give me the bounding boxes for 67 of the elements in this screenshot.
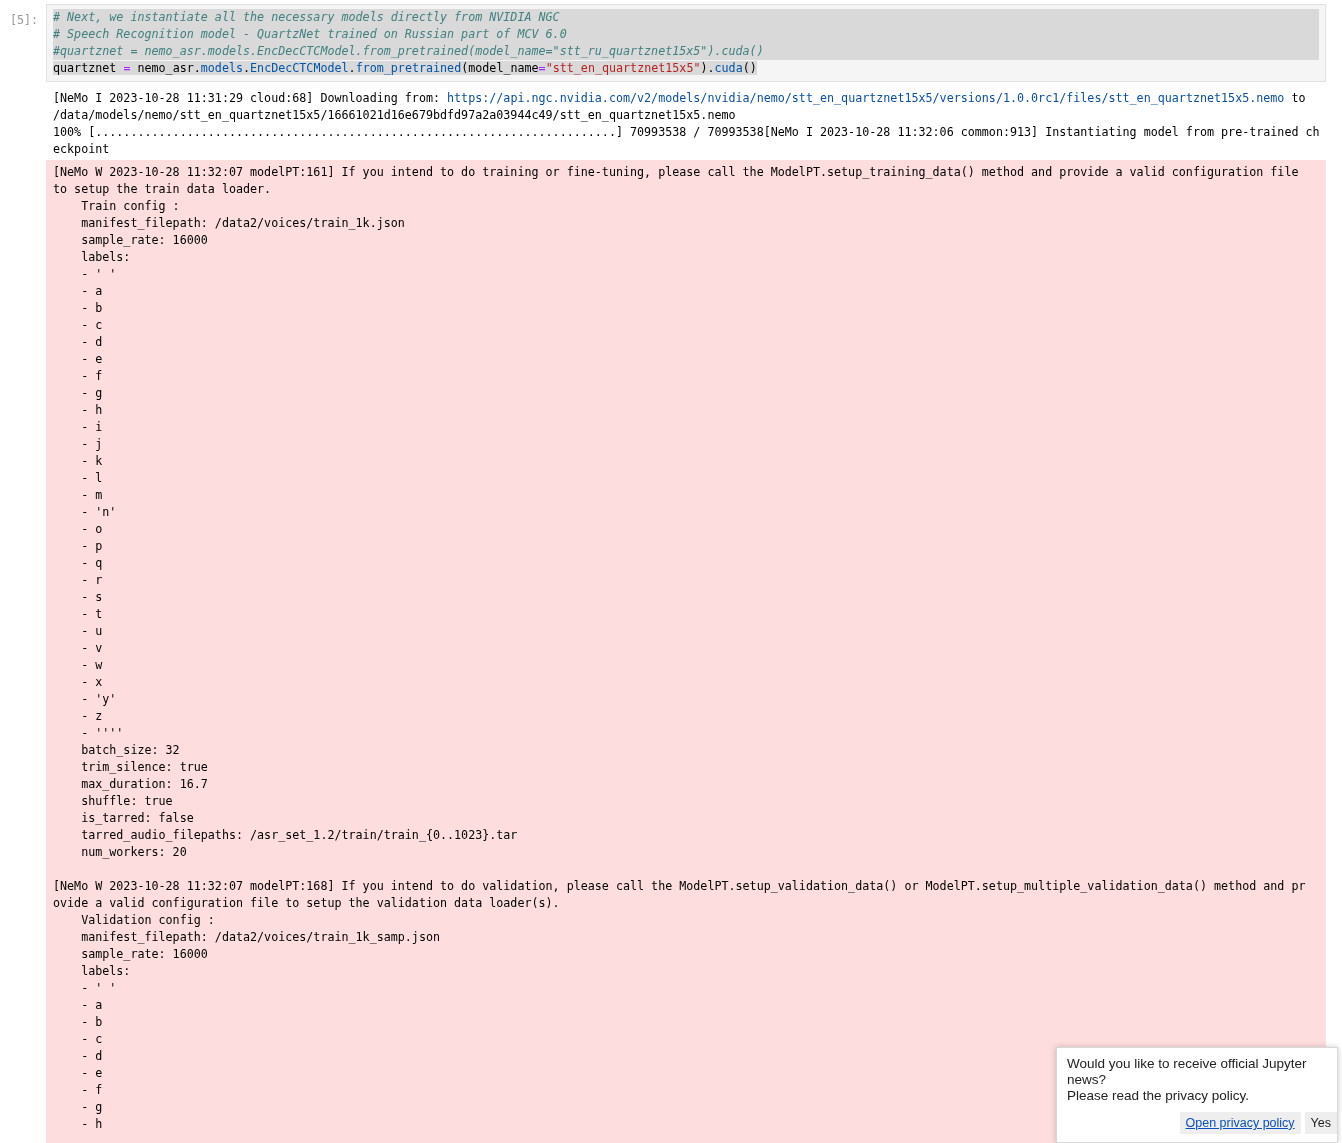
warning-line: sample_rate: 16000 (80, 233, 208, 247)
warning-line: - f (80, 369, 103, 383)
warning-line: max_duration: 16.7 (80, 777, 208, 791)
warning-line: - e (80, 352, 103, 366)
warning-line: [NeMo W 2023-10-28 11:32:07 modelPT:168] If you intend to do validation, please call the ModelPT.setup_validation_data() or ModelPT.setup_multiple_validation_data() method and pr (53, 879, 1306, 893)
warning-line: - a (80, 284, 103, 298)
warning-line: - 'n' (80, 505, 117, 519)
warning-line: - j (80, 437, 103, 451)
warning-line: - g (80, 386, 103, 400)
warning-line: - u (80, 624, 103, 638)
url-link[interactable]: https://api.ngc.nvidia.com/v2/models/nvidia/nemo/stt_en_quartznet15x5/versions/1.0.0rc1/files/stt_en_quartznet15x5.nemo (447, 91, 1285, 105)
warning-line: batch_size: 32 (80, 743, 180, 757)
output-line: eckpoint (53, 141, 111, 158)
warning-line: - v (80, 641, 103, 655)
warning-line: - l (80, 471, 103, 485)
warning-line: - d (80, 335, 103, 349)
warning-line: - h (80, 403, 103, 417)
warning-line: - a (80, 998, 103, 1012)
warning-line: - o (80, 522, 103, 536)
warning-line: - z (80, 709, 103, 723)
notification-text: Would you like to receive official Jupyter news? (1067, 1056, 1308, 1088)
warning-line: - c (80, 318, 103, 332)
warning-line: - f (80, 1083, 103, 1097)
privacy-policy-link[interactable]: Open privacy policy (1179, 1112, 1301, 1134)
warning-line: is_tarred: false (80, 811, 194, 825)
warning-line: to setup the train data loader. (53, 182, 272, 196)
warning-line: - ' ' (80, 981, 117, 995)
warning-line: - h (80, 1117, 103, 1131)
warning-line: manifest_filepath: /data2/voices/train_1k.json (80, 216, 405, 230)
output-line: 100% [..........................................................................] 70993538 / 70993538[NeMo I 2023-10-28 11:32:06 common:913] Instantiating model from pre-trained ch (53, 124, 1319, 141)
warning-line: - b (80, 1015, 103, 1029)
warning-line: tarred_audio_filepaths: /asr_set_1.2/train/train_{0..1023}.tar (80, 828, 518, 842)
warning-line: - d (80, 1049, 103, 1063)
warning-line: num_workers: 20 (80, 845, 187, 859)
warning-line: - m (80, 488, 103, 502)
warning-line: - b (80, 301, 103, 315)
notification-text: Please read the privacy policy. (1067, 1088, 1251, 1104)
warning-line: - c (80, 1032, 103, 1046)
warning-line: Train config : (80, 199, 180, 213)
warning-line: - w (80, 658, 103, 672)
warning-line: ovide a valid configuration file to setup the validation data loader(s). (53, 896, 560, 910)
warning-line: - p (80, 539, 103, 553)
cell-prompt: [5]: (9, 12, 40, 29)
warning-line: - '''' (80, 726, 124, 740)
yes-button[interactable]: Yes (1304, 1112, 1337, 1134)
warning-line: shuffle: true (80, 794, 173, 808)
warning-line: - q (80, 556, 103, 570)
warning-line: labels: (80, 964, 131, 978)
warning-line: - e (80, 1066, 103, 1080)
warning-line: - i (80, 420, 103, 434)
warning-line: - s (80, 590, 103, 604)
warning-line: trim_silence: true (80, 760, 208, 774)
warning-line: - t (80, 607, 103, 621)
warning-line: - x (80, 675, 103, 689)
warning-line: - k (80, 454, 103, 468)
output-line: /data/models/nemo/stt_en_quartznet15x5/16661021d16e679bdfd97a2a03944c49/stt_en_quartznet15x5.nemo (53, 107, 737, 124)
warning-line: Validation config : (80, 913, 215, 927)
warning-line: labels: (80, 250, 131, 264)
warning-line: [NeMo W 2023-10-28 11:32:07 modelPT:161] If you intend to do training or fine-tuning, please call the ModelPT.setup_training_data() method and provide a valid configuration file (53, 165, 1299, 179)
warning-line: manifest_filepath: /data2/voices/train_1k_samp.json (80, 930, 440, 944)
warning-line: sample_rate: 16000 (80, 947, 208, 961)
output-line: [NeMo I 2023-10-28 11:31:29 cloud:68] Downloading from: https://api.ngc.nvidia.com/v2/models/nvidia/nemo/stt_en_quartznet15x5/versions/1.0.0rc1/files/stt_en_quartznet15x5.nemo to (53, 90, 1307, 107)
warning-line: - 'y' (80, 692, 117, 706)
warning-line: - g (80, 1100, 103, 1114)
warning-line: - ' ' (80, 267, 117, 281)
code-editor[interactable]: # Next, we instantiate all the necessary models directly from NVIDIA NGC # Speech Recognition model - QuartzNet trained on Russian part of MCV 6.0 #quartznet = nemo_asr.models.EncDecCTCModel.from_pretrained(model_name="stt_ru_quartznet15x5").cuda() quartznet = nemo_asr.models.EncDecCTCModel.from_pretrained(model_name="stt_en_quartznet15x5").cuda() (46, 4, 1326, 82)
warning-line: - r (80, 573, 103, 587)
